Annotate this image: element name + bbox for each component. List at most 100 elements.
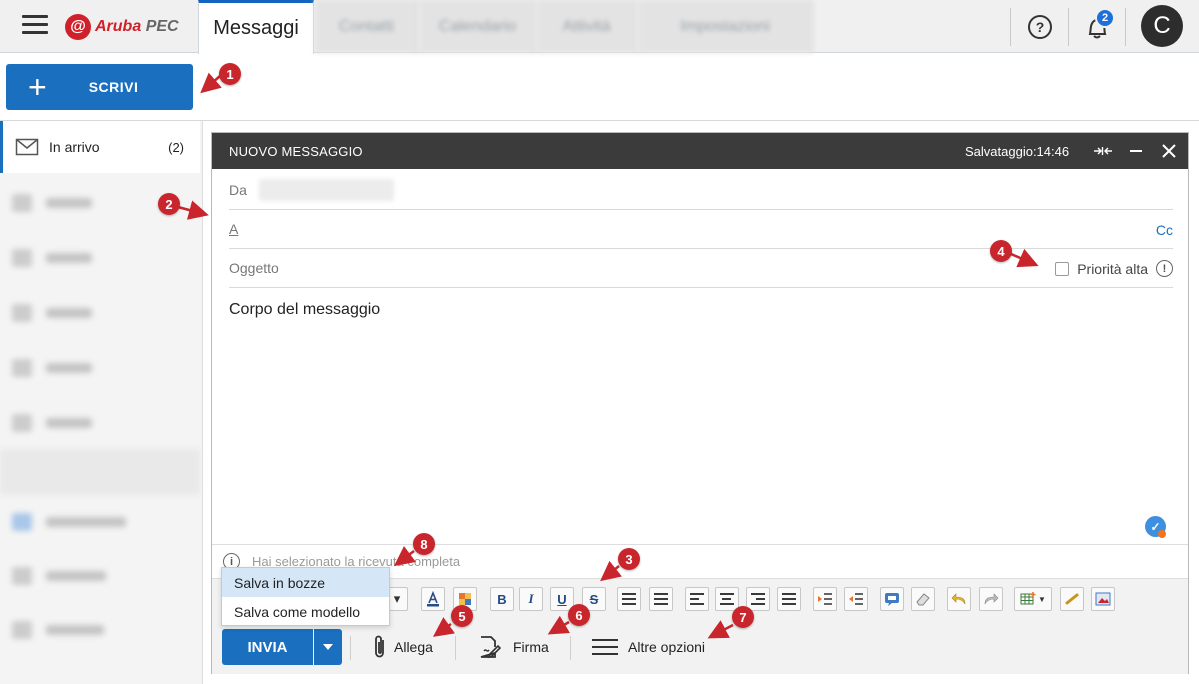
tab-impostazioni[interactable]: Impostazioni [638, 0, 813, 53]
align-justify-icon[interactable] [777, 587, 801, 611]
tab-contatti[interactable]: Contatti [315, 0, 419, 53]
bold-button[interactable]: B [490, 587, 514, 611]
menu-item-save-draft[interactable]: Salva in bozze [222, 568, 389, 597]
toolbar-divider [1125, 8, 1126, 46]
sidebar-item-blurred[interactable] [0, 287, 200, 339]
subject-field[interactable]: Oggetto Priorità alta ! [229, 249, 1173, 288]
cc-link[interactable]: Cc [1156, 222, 1173, 238]
sidebar-item-blurred[interactable] [0, 604, 200, 656]
priority-info-icon[interactable]: ! [1156, 260, 1173, 277]
numbered-list-icon[interactable] [617, 587, 641, 611]
plus-icon: + [28, 69, 47, 105]
image-insert-icon[interactable] [1091, 587, 1115, 611]
blurred-label [46, 253, 92, 263]
logo-suffix: PEC [145, 18, 179, 35]
blurred-icon [12, 304, 32, 322]
sidebar-item-label: In arrivo [49, 139, 100, 155]
menu-item-save-template[interactable]: Salva come modello [222, 597, 389, 626]
sidebar-item-blurred[interactable] [0, 550, 200, 602]
tab-calendario[interactable]: Calendario [420, 0, 536, 53]
table-insert-icon[interactable]: ▼ [1014, 587, 1052, 611]
bullet-list-icon[interactable] [649, 587, 673, 611]
close-icon[interactable] [1160, 142, 1178, 160]
signature-icon [480, 636, 501, 659]
scrivi-button[interactable]: + SCRIVI [6, 64, 193, 110]
expand-icon[interactable] [1094, 142, 1112, 160]
more-options-icon [592, 639, 618, 655]
blurred-label [46, 418, 92, 428]
signature-button[interactable]: Firma [477, 629, 549, 665]
send-options-menu: Salva in bozze Salva come modello [221, 567, 390, 626]
action-divider [570, 636, 571, 660]
callout-8: 8 [413, 533, 435, 555]
more-options-button[interactable]: Altre opzioni [592, 629, 705, 665]
align-left-icon[interactable] [685, 587, 709, 611]
blurred-icon [12, 414, 32, 432]
subject-label: Oggetto [229, 260, 279, 276]
message-body[interactable]: Corpo del messaggio [229, 301, 380, 319]
undo-icon[interactable] [947, 587, 971, 611]
logo-mark: @ [65, 14, 91, 40]
callout-5: 5 [451, 605, 473, 627]
from-label: Da [229, 182, 247, 198]
callout-1: 1 [219, 63, 241, 85]
redo-icon[interactable] [979, 587, 1003, 611]
blurred-label [46, 571, 106, 581]
save-status: Salvataggio:14:46 [965, 144, 1070, 159]
top-bar: @ Aruba PEC Messaggi Contatti Calendario… [0, 0, 1199, 54]
to-label[interactable]: A [229, 221, 238, 237]
blurred-label [46, 625, 104, 635]
indent-icon[interactable] [813, 587, 837, 611]
minimize-icon[interactable] [1127, 142, 1145, 160]
spellcheck-status-dot [1158, 530, 1166, 538]
blurred-icon [12, 194, 32, 212]
tab-attivita[interactable]: Attività [537, 0, 637, 53]
blurred-label [46, 198, 92, 208]
sidebar-item-blurred[interactable] [0, 397, 200, 449]
font-color-icon[interactable] [421, 587, 445, 611]
compose-title: NUOVO MESSAGGIO [229, 143, 363, 159]
sidebar-item-blurred[interactable] [0, 342, 200, 394]
envelope-icon [15, 138, 39, 156]
more-options-label: Altre opzioni [628, 639, 706, 655]
blurred-icon [12, 359, 32, 377]
callout-6: 6 [568, 604, 590, 626]
callout-2: 2 [158, 193, 180, 215]
outdent-icon[interactable] [844, 587, 868, 611]
italic-button[interactable]: I [519, 587, 543, 611]
compose-header: NUOVO MESSAGGIO Salvataggio:14:46 [212, 133, 1188, 169]
eraser-icon[interactable] [911, 587, 935, 611]
callout-4: 4 [990, 240, 1012, 262]
tab-messaggi[interactable]: Messaggi [198, 0, 314, 54]
from-value-blurred [258, 179, 394, 201]
link-icon[interactable] [1060, 587, 1084, 611]
aruba-pec-logo[interactable]: @ Aruba PEC [65, 13, 179, 41]
attach-button[interactable]: Allega [372, 629, 433, 665]
sidebar-item-blurred[interactable] [0, 496, 200, 548]
blurred-label [46, 308, 92, 318]
signature-label: Firma [513, 639, 549, 655]
sidebar-group-header-blurred[interactable] [0, 449, 200, 495]
to-field[interactable]: A Cc [229, 210, 1173, 249]
priority-option[interactable]: Priorità alta ! [1055, 260, 1173, 277]
sidebar-item-inbox[interactable]: In arrivo (2) [0, 121, 200, 173]
action-divider [350, 636, 351, 660]
scrivi-label: SCRIVI [88, 79, 139, 95]
toolbar-divider [1010, 8, 1011, 46]
logo-brand: Aruba [95, 18, 142, 35]
sidebar-item-blurred[interactable] [0, 232, 200, 284]
user-avatar[interactable]: C [1141, 5, 1183, 47]
blurred-icon [12, 513, 32, 531]
priority-checkbox[interactable] [1055, 261, 1070, 276]
blurred-icon [12, 621, 32, 639]
blockquote-icon[interactable] [880, 587, 904, 611]
help-icon[interactable]: ? [1028, 15, 1052, 39]
notifications-badge: 2 [1095, 8, 1115, 28]
send-options-dropdown[interactable] [314, 629, 342, 665]
blurred-label [46, 517, 126, 527]
callout-7: 7 [732, 606, 754, 628]
from-field[interactable]: Da [229, 171, 1173, 210]
action-divider [455, 636, 456, 660]
send-button[interactable]: INVIA [222, 629, 313, 665]
menu-icon[interactable] [22, 15, 48, 35]
